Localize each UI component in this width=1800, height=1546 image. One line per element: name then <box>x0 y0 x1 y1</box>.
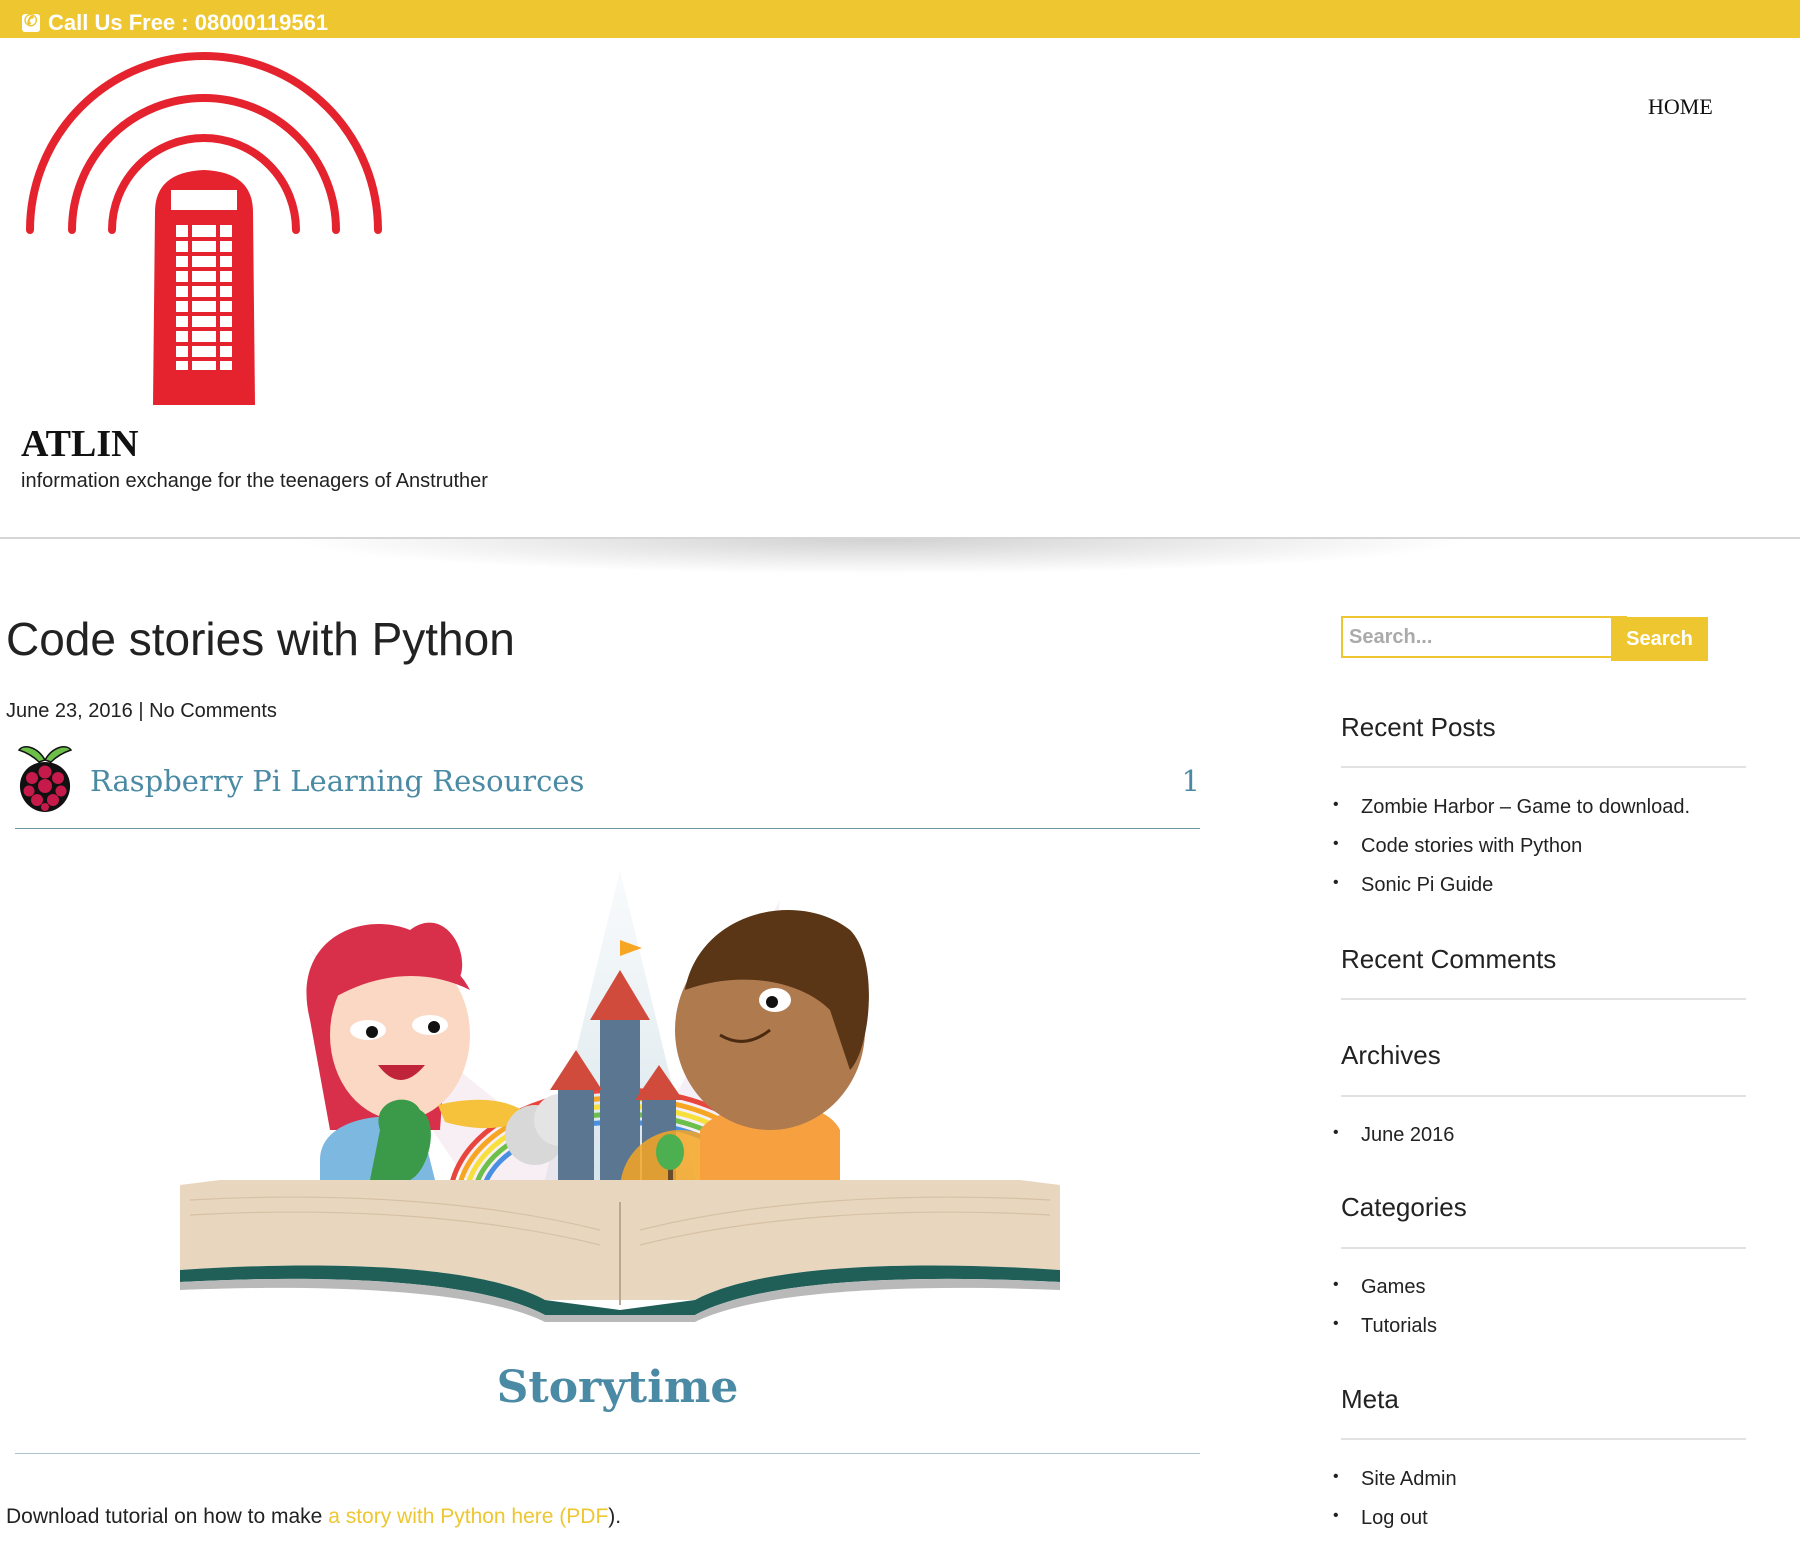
nav-home-link[interactable]: HOME <box>1648 94 1713 120</box>
post-meta: June 23, 2016 | No Comments <box>6 700 277 723</box>
storytime-title: Storytime <box>496 1362 739 1413</box>
recent-comments-rule <box>1341 998 1746 1000</box>
categories-title: Categories <box>1341 1192 1467 1222</box>
header-shadow <box>40 539 1720 589</box>
recent-posts-title: Recent Posts <box>1341 712 1496 742</box>
meta-separator: | <box>132 700 150 722</box>
call-us[interactable]: Call Us Free : 08000119561 <box>22 10 328 36</box>
post-date[interactable]: June 23, 2016 <box>6 700 133 722</box>
download-pdf-link[interactable]: a story with Python here (PDF <box>328 1505 608 1528</box>
resource-header: Raspberry Pi Learning Resources 1 <box>15 738 1200 829</box>
resource-count: 1 <box>1181 764 1200 798</box>
archive-item[interactable]: June 2016 <box>1333 1124 1454 1163</box>
site-title[interactable]: ATLIN <box>21 422 139 466</box>
archives-title: Archives <box>1341 1040 1441 1070</box>
download-prefix: Download tutorial on how to make <box>6 1505 329 1528</box>
recent-posts-list: Zombie Harbor – Game to download. Code s… <box>1333 796 1690 913</box>
search-button[interactable]: Search <box>1611 617 1708 661</box>
recent-post-item[interactable]: Sonic Pi Guide <box>1333 874 1690 913</box>
raspberry-pi-logo <box>17 746 73 812</box>
storytime-divider <box>15 1453 1200 1454</box>
category-item[interactable]: Games <box>1333 1276 1437 1315</box>
recent-post-item[interactable]: Zombie Harbor – Game to download. <box>1333 796 1690 835</box>
recent-posts-rule <box>1341 766 1746 768</box>
call-us-text: Call Us Free : 08000119561 <box>48 10 329 35</box>
meta-item[interactable]: Log out <box>1333 1507 1457 1546</box>
category-item[interactable]: Tutorials <box>1333 1315 1437 1354</box>
top-bar: Call Us Free : 08000119561 <box>0 0 1800 38</box>
post-title: Code stories with Python <box>6 613 515 665</box>
download-paragraph: Download tutorial on how to make a story… <box>6 1505 621 1529</box>
archives-rule <box>1341 1095 1746 1097</box>
categories-list: Games Tutorials <box>1333 1276 1437 1354</box>
meta-rule <box>1341 1438 1746 1440</box>
meta-list: Site Admin Log out <box>1333 1468 1457 1546</box>
recent-comments-title: Recent Comments <box>1341 944 1557 974</box>
download-suffix: ). <box>608 1505 622 1528</box>
phone-icon <box>22 11 40 32</box>
archives-list: June 2016 <box>1333 1124 1454 1163</box>
meta-item[interactable]: Site Admin <box>1333 1468 1457 1507</box>
recent-post-item[interactable]: Code stories with Python <box>1333 835 1690 874</box>
site-description: information exchange for the teenagers o… <box>21 470 488 492</box>
post-comments-link[interactable]: No Comments <box>149 700 277 722</box>
storytime-illustration <box>180 870 1060 1322</box>
phone-box-logo[interactable] <box>20 50 388 410</box>
meta-title: Meta <box>1341 1384 1399 1414</box>
search-input[interactable] <box>1341 616 1627 658</box>
categories-rule <box>1341 1247 1746 1249</box>
resource-title[interactable]: Raspberry Pi Learning Resources <box>90 764 584 798</box>
